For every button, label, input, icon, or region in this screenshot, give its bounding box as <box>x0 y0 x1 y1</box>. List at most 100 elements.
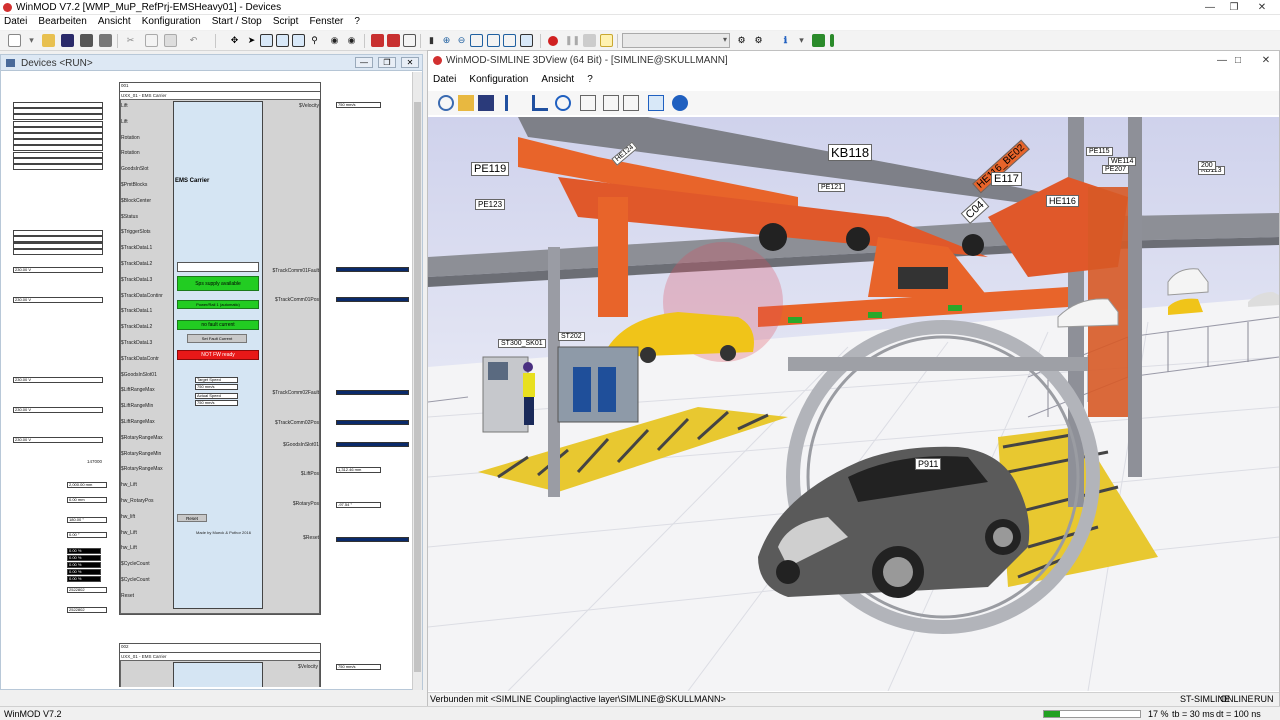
label-200[interactable]: 200 <box>1198 161 1216 170</box>
view3d-save-icon[interactable] <box>478 95 494 111</box>
info-dropdown-icon[interactable]: ▾ <box>795 34 808 47</box>
target-speed-value: 750 mm/s <box>195 384 238 390</box>
camera-icon[interactable] <box>648 95 664 111</box>
device-block-2[interactable]: 002 UXX_01 - EMS Carrier $Velocity <box>119 643 321 687</box>
label-pe121[interactable]: PE121 <box>818 183 846 192</box>
device-block-1[interactable]: 001 UXX_01 - EMS Carrier EMS Carrier Sps… <box>119 82 321 615</box>
label-kb118[interactable]: KB118 <box>828 144 873 161</box>
label-pe123[interactable]: PE123 <box>475 199 506 210</box>
label-st300-sk01[interactable]: ST300_SK01 <box>498 339 546 348</box>
menu-start-stop[interactable]: Start / Stop <box>208 15 266 27</box>
chevron-down-icon: ▾ <box>722 35 727 44</box>
move-icon[interactable]: ✥ <box>228 34 241 47</box>
tools2-icon[interactable]: ⚙ <box>752 34 765 47</box>
find-icon[interactable]: ⚲ <box>308 34 321 47</box>
save-all-icon[interactable] <box>80 34 93 47</box>
undo-icon[interactable]: ↶ <box>187 34 200 47</box>
page2-icon[interactable] <box>503 34 516 47</box>
devices-scroll-thumb[interactable] <box>414 102 421 672</box>
actual-speed-label: Actual Speed <box>195 393 238 399</box>
layers-icon[interactable] <box>580 95 596 111</box>
zoom-out-icon[interactable]: ⊖ <box>455 34 468 47</box>
menu-fenster[interactable]: Fenster <box>305 15 347 27</box>
device-red-icon[interactable] <box>371 34 384 47</box>
align-icon[interactable]: ▮ <box>425 34 438 47</box>
copy-icon[interactable] <box>145 34 158 47</box>
label-st202[interactable]: ST202 <box>558 332 585 341</box>
view3d-menu-help[interactable]: ? <box>582 72 598 87</box>
stop-icon[interactable] <box>583 34 596 47</box>
zoom-in-icon[interactable]: ⊕ <box>440 34 453 47</box>
script-icon[interactable] <box>600 34 613 47</box>
3d-scene-viewport[interactable]: KB118 PE119 PE123 HE124 HE116_BE02 E117 … <box>428 117 1279 691</box>
grid-icon[interactable] <box>603 95 619 111</box>
page-icon[interactable] <box>487 34 500 47</box>
power-rail-button[interactable]: Power/Rail 1 (automatic) <box>177 300 259 309</box>
zoom-window-icon[interactable] <box>276 34 289 47</box>
set-fault-current-button[interactable]: Set Fault Current <box>187 334 247 343</box>
pause-icon[interactable]: ❚❚ <box>565 34 580 47</box>
supply-available-button[interactable]: Sps supply available <box>177 276 259 291</box>
zoom-fit-icon[interactable] <box>292 34 305 47</box>
axis-icon[interactable] <box>505 95 521 111</box>
new-file-icon[interactable] <box>8 34 21 47</box>
device-red2-icon[interactable] <box>387 34 400 47</box>
devices-minimize-button[interactable]: — <box>355 57 373 68</box>
label-he116[interactable]: HE116 <box>1046 195 1079 207</box>
project-combo[interactable]: ▾ <box>622 33 730 48</box>
cut-icon[interactable]: ✂ <box>124 34 137 47</box>
devices-close-button[interactable]: ✕ <box>401 57 419 68</box>
view3d-menu-datei[interactable]: Datei <box>428 72 461 87</box>
view3d-menu-konfiguration[interactable]: Konfiguration <box>464 72 533 87</box>
rotate-icon[interactable] <box>555 95 571 111</box>
label-pe119[interactable]: PE119 <box>471 162 510 176</box>
no-fault-current-button[interactable]: no fault current <box>177 320 259 330</box>
menu-help[interactable]: ? <box>350 15 364 27</box>
menu-datei[interactable]: Datei <box>0 15 31 27</box>
device-grid-icon[interactable] <box>403 34 416 47</box>
left-signal-box <box>13 248 103 255</box>
left-signal-box <box>13 126 103 133</box>
label-e117[interactable]: E117 <box>991 172 1022 186</box>
view3d-info-icon[interactable] <box>672 95 688 111</box>
new-scene-icon[interactable] <box>438 95 454 111</box>
tools-icon[interactable]: ⚙ <box>735 34 748 47</box>
menu-konfiguration[interactable]: Konfiguration <box>138 15 205 27</box>
main-menu-bar: Datei Bearbeiten Ansicht Konfiguration S… <box>0 15 1280 30</box>
zoom-select-icon[interactable] <box>260 34 273 47</box>
pointer-icon[interactable]: ➤ <box>245 34 258 47</box>
dropdown-arrow-icon[interactable]: ▾ <box>25 34 38 47</box>
table-icon[interactable] <box>623 95 639 111</box>
maximize-button[interactable]: ❐ <box>1220 0 1248 15</box>
label-p911[interactable]: P911 <box>915 458 942 470</box>
view3d-open-icon[interactable] <box>458 95 474 111</box>
right-signal-bar <box>336 442 409 447</box>
coord-icon[interactable] <box>532 95 548 111</box>
devices-vertical-scrollbar[interactable] <box>412 72 422 690</box>
view3d-close-button[interactable]: ✕ <box>1252 53 1280 68</box>
record-icon[interactable] <box>548 36 558 46</box>
reset-button[interactable]: Reset <box>177 514 207 522</box>
connect-icon[interactable] <box>812 34 825 47</box>
status-display <box>177 262 259 272</box>
fit-icon[interactable] <box>470 34 483 47</box>
print-icon[interactable] <box>99 34 112 47</box>
info-icon[interactable]: ℹ <box>779 34 792 47</box>
binocular-icon[interactable]: ◉ <box>328 34 341 47</box>
close-button[interactable]: ✕ <box>1248 0 1276 15</box>
view3d-maximize-button[interactable]: □ <box>1224 53 1252 68</box>
link-icon[interactable] <box>520 34 533 47</box>
save-icon[interactable] <box>61 34 74 47</box>
connect-bar-icon[interactable] <box>830 34 834 47</box>
device-diagram-canvas[interactable]: 001 UXX_01 - EMS Carrier EMS Carrier Sps… <box>9 77 411 687</box>
label-pe207[interactable]: PE207 <box>1102 165 1130 174</box>
view3d-menu-ansicht[interactable]: Ansicht <box>536 72 579 87</box>
paste-icon[interactable] <box>164 34 177 47</box>
binocular-next-icon[interactable]: ◉ <box>345 34 358 47</box>
open-folder-icon[interactable] <box>42 34 55 47</box>
menu-ansicht[interactable]: Ansicht <box>94 15 135 27</box>
menu-bearbeiten[interactable]: Bearbeiten <box>34 15 90 27</box>
menu-script[interactable]: Script <box>269 15 303 27</box>
label-pe115[interactable]: PE115 <box>1086 147 1113 156</box>
devices-restore-button[interactable]: ❐ <box>378 57 396 68</box>
